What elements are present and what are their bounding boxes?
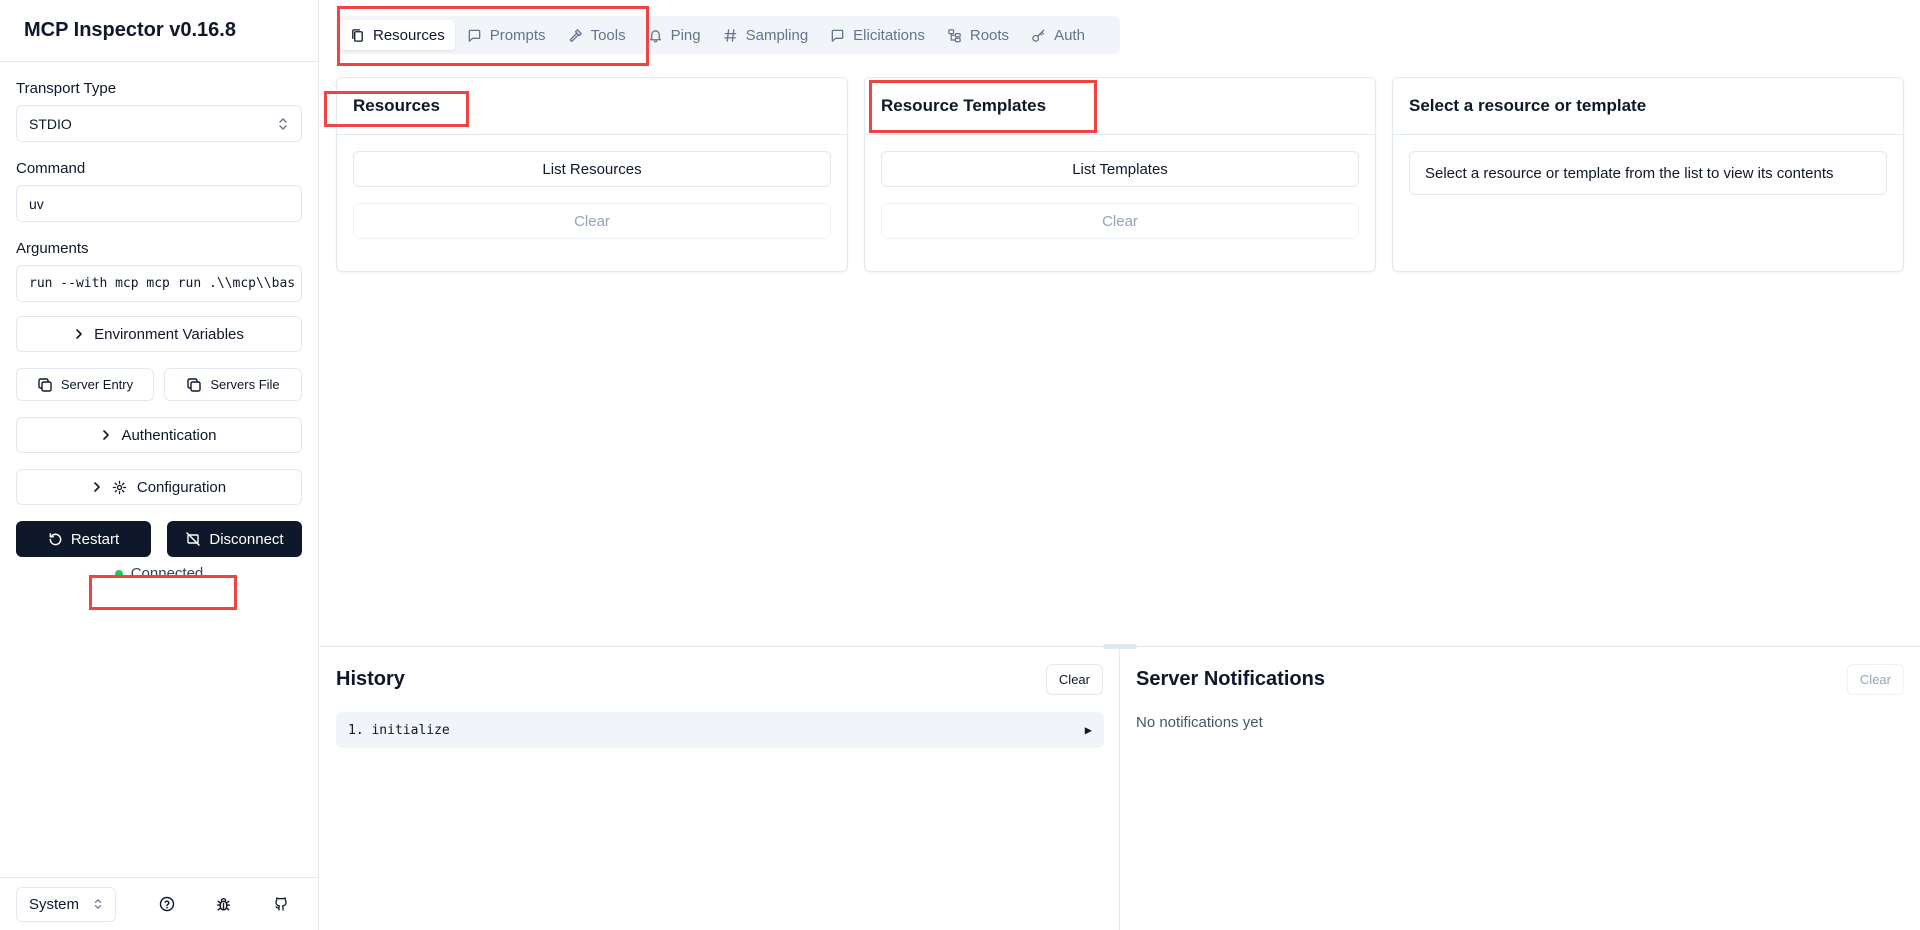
bug-icon[interactable] [212, 893, 234, 915]
resources-card-title: Resources [337, 78, 847, 135]
bell-icon [648, 28, 663, 43]
disconnect-button[interactable]: Disconnect [167, 521, 302, 557]
transport-type-label: Transport Type [16, 80, 117, 97]
connection-status: Connected [16, 565, 302, 582]
tab-prompts[interactable]: Prompts [457, 20, 556, 50]
server-entry-label: Server Entry [60, 377, 134, 392]
notifications-panel: Server Notifications Clear No notificati… [1120, 647, 1920, 930]
main-tabs: Resources Prompts Tools Ping Sampling El… [336, 16, 1120, 54]
copy-icon [186, 377, 202, 393]
chevron-right-icon [101, 429, 111, 441]
theme-select[interactable]: System [16, 886, 116, 922]
notifications-empty-text: No notifications yet [1136, 714, 1263, 731]
configuration-label: Configuration [136, 478, 227, 496]
resource-templates-card-title: Resource Templates [865, 78, 1375, 135]
configuration-button[interactable]: Configuration [16, 469, 302, 505]
tab-label: Ping [670, 26, 701, 44]
tab-label: Auth [1054, 26, 1085, 44]
tab-label: Resources [373, 26, 445, 44]
restart-button[interactable]: Restart [16, 521, 151, 557]
chevron-right-icon [74, 328, 84, 340]
tab-elicitations[interactable]: Elicitations [820, 20, 935, 50]
chevron-right-icon [92, 481, 102, 493]
restart-label: Restart [70, 530, 120, 548]
status-text: Connected [130, 565, 204, 582]
resource-templates-card: Resource Templates List Templates Clear [864, 77, 1376, 272]
message-square-icon [467, 28, 482, 43]
arguments-input[interactable]: run --with mcp mcp run .\\mcp\\bas [16, 265, 302, 302]
server-export-buttons: Server Entry Servers File [16, 368, 302, 401]
tab-label: Tools [590, 26, 626, 44]
message-square-icon [830, 28, 845, 43]
tab-auth[interactable]: Auth [1021, 20, 1095, 50]
clear-templates-button[interactable]: Clear [881, 203, 1359, 239]
authentication-label: Authentication [121, 426, 217, 444]
clear-notifications-button[interactable]: Clear [1846, 664, 1904, 695]
tab-sampling[interactable]: Sampling [713, 20, 819, 50]
sidebar: MCP Inspector v0.16.8 Transport Type STD… [0, 0, 319, 930]
unplug-icon [185, 531, 201, 547]
chevron-up-down-icon [277, 117, 289, 131]
resource-detail-message: Select a resource or template from the l… [1409, 151, 1887, 195]
tab-label: Elicitations [853, 26, 925, 44]
sidebar-footer: System [0, 877, 318, 930]
resource-detail-card-title: Select a resource or template [1393, 78, 1903, 135]
tab-resources[interactable]: Resources [340, 20, 455, 50]
sidebar-header: MCP Inspector v0.16.8 [0, 0, 318, 62]
transport-type-select[interactable]: STDIO [16, 105, 302, 142]
command-input[interactable]: uv [16, 185, 302, 222]
history-item[interactable]: 1. initialize ▶ [336, 712, 1104, 748]
authentication-button[interactable]: Authentication [16, 417, 302, 453]
arguments-value: run --with mcp mcp run .\\mcp\\bas [29, 276, 296, 291]
hammer-icon [568, 28, 583, 43]
tab-tools[interactable]: Tools [558, 20, 636, 50]
servers-file-label: Servers File [210, 377, 280, 392]
tab-label: Sampling [745, 26, 809, 44]
bottom-panels: History Clear 1. initialize ▶ Server Not… [320, 644, 1920, 930]
status-dot [114, 569, 123, 578]
chevron-up-down-icon [93, 898, 103, 910]
history-title: History [336, 668, 405, 690]
history-panel: History Clear 1. initialize ▶ [320, 647, 1120, 930]
command-value: uv [29, 195, 44, 212]
clear-history-button[interactable]: Clear [1045, 664, 1103, 695]
copy-icon [37, 377, 53, 393]
theme-value: System [29, 895, 80, 913]
servers-file-button[interactable]: Servers File [164, 368, 302, 401]
disconnect-label: Disconnect [209, 530, 284, 548]
rotate-ccw-icon [48, 532, 63, 547]
environment-variables-button[interactable]: Environment Variables [16, 316, 302, 352]
expand-triangle-icon[interactable]: ▶ [1085, 723, 1092, 737]
hash-icon [723, 28, 738, 43]
connection-actions: Restart Disconnect [16, 521, 302, 557]
arguments-label: Arguments [16, 240, 89, 257]
connection-form: Transport Type STDIO Command uv Argument… [0, 80, 318, 582]
list-templates-button[interactable]: List Templates [881, 151, 1359, 187]
resources-card: Resources List Resources Clear [336, 77, 848, 272]
transport-type-value: STDIO [29, 115, 72, 132]
files-icon [350, 28, 365, 43]
tab-label: Roots [969, 26, 1010, 44]
key-icon [1031, 28, 1046, 43]
help-circle-icon[interactable] [156, 893, 178, 915]
tab-ping[interactable]: Ping [638, 20, 711, 50]
github-icon[interactable] [270, 893, 292, 915]
history-item-label: 1. initialize [348, 722, 450, 738]
resource-detail-card: Select a resource or template Select a r… [1392, 77, 1904, 272]
app-title: MCP Inspector v0.16.8 [24, 19, 236, 41]
environment-variables-label: Environment Variables [94, 325, 244, 343]
notifications-title: Server Notifications [1136, 668, 1325, 690]
gear-icon [112, 480, 127, 495]
command-label: Command [16, 160, 86, 177]
list-resources-button[interactable]: List Resources [353, 151, 831, 187]
tab-label: Prompts [489, 26, 546, 44]
folder-tree-icon [947, 28, 962, 43]
server-entry-button[interactable]: Server Entry [16, 368, 154, 401]
clear-resources-button[interactable]: Clear [353, 203, 831, 239]
tab-roots[interactable]: Roots [937, 20, 1019, 50]
